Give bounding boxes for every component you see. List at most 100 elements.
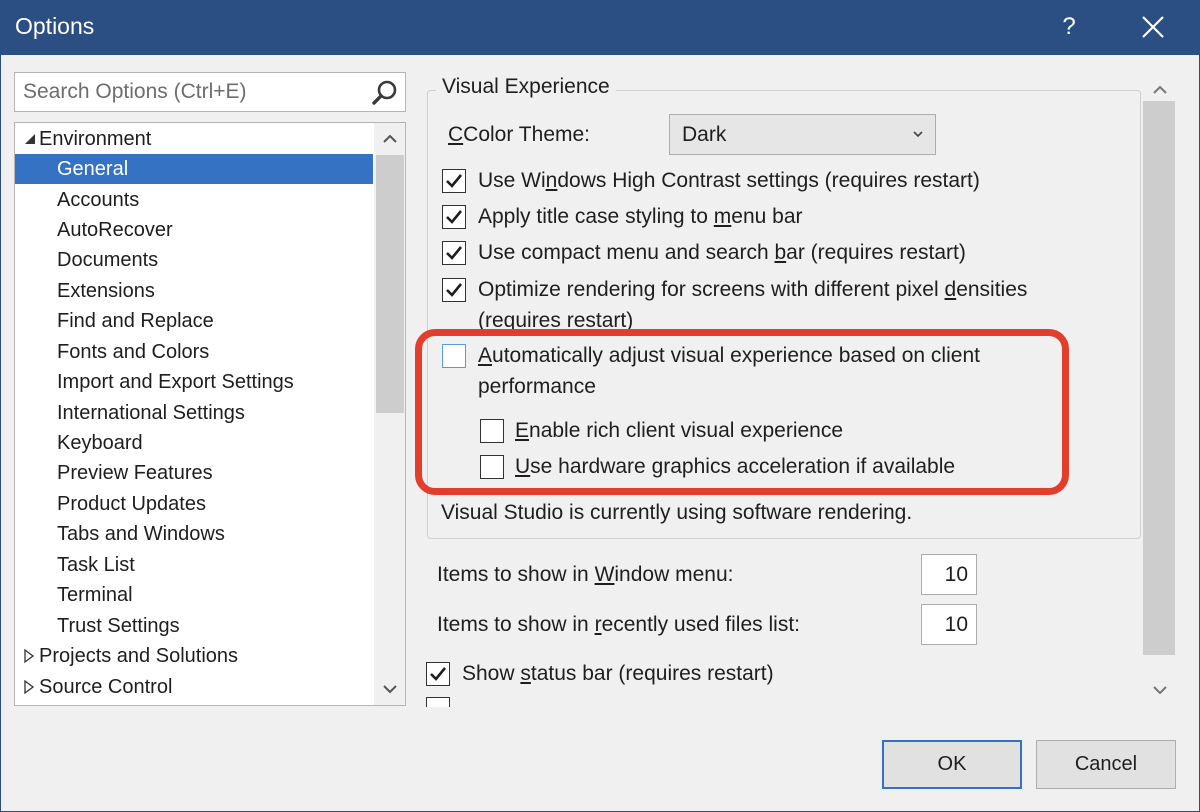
settings-scrollbar[interactable] <box>1143 73 1177 709</box>
status-bar-label: Show status bar (requires restart) <box>462 662 774 686</box>
access-key: U <box>515 455 531 478</box>
title-case-label: Apply title case styling to menu bar <box>478 205 803 229</box>
close-button[interactable] <box>1135 9 1171 45</box>
tree-item-extensions[interactable]: Extensions <box>15 276 373 306</box>
checkmark-icon <box>446 246 463 260</box>
tree-item-label: AutoRecover <box>57 219 173 241</box>
title-case-checkbox[interactable] <box>442 205 466 229</box>
color-theme-label: CColor Theme: <box>448 123 591 146</box>
compact-menu-checkbox[interactable] <box>442 241 466 265</box>
tree-item-preview-features[interactable]: Preview Features <box>15 458 373 488</box>
label-part: ar (requires restart) <box>786 241 966 264</box>
tree-item-label: Projects and Solutions <box>39 645 239 667</box>
tree-item-label: Accounts <box>57 189 140 211</box>
tree-item-trust-settings[interactable]: Trust Settings <box>15 611 373 641</box>
tree-item-international[interactable]: International Settings <box>15 398 373 428</box>
tree-item-source-control[interactable]: Source Control <box>15 672 373 702</box>
window-menu-items-field[interactable] <box>922 555 976 594</box>
search-icon[interactable] <box>371 79 399 107</box>
access-key: m <box>713 205 732 228</box>
expanded-triangle-icon[interactable] <box>22 124 38 154</box>
help-button[interactable]: ? <box>1051 9 1087 45</box>
recent-files-field[interactable] <box>922 605 976 644</box>
tree-item-projects-and-solutions[interactable]: Projects and Solutions <box>15 641 373 671</box>
access-key: r <box>594 613 602 636</box>
label-part: ensities <box>956 278 1028 301</box>
chevron-up-icon[interactable] <box>1147 77 1173 103</box>
ok-button[interactable]: OK <box>882 740 1022 789</box>
search-input[interactable] <box>15 73 365 111</box>
close-icon <box>1142 16 1164 38</box>
checkmark-icon <box>446 283 463 297</box>
label-part: se hardware graphics acceleration if ava… <box>530 455 956 478</box>
tree-item-label: Source Control <box>39 676 173 698</box>
hw-accel-label: Use hardware graphics acceleration if av… <box>515 455 955 479</box>
tree-item-tabs-and-windows[interactable]: Tabs and Windows <box>15 519 373 549</box>
chevron-up-icon[interactable] <box>374 125 406 153</box>
tree-scrollbar[interactable] <box>374 123 406 705</box>
tree-scrollbar-thumb[interactable] <box>376 155 404 413</box>
optimize-rendering-label: Optimize rendering for screens with diff… <box>478 278 1027 302</box>
access-key: s <box>520 662 531 685</box>
cancel-button[interactable]: Cancel <box>1036 740 1176 789</box>
tree-item-label: Preview Features <box>57 462 213 484</box>
tree-item-import-export[interactable]: Import and Export Settings <box>15 367 373 397</box>
tree-item-general[interactable]: General <box>15 154 373 184</box>
window-menu-items-field-box <box>921 554 977 595</box>
clipped-checkbox[interactable] <box>426 697 450 707</box>
tree-item-autorecover[interactable]: AutoRecover <box>15 215 373 245</box>
tree-item-find-and-replace[interactable]: Find and Replace <box>15 306 373 336</box>
tree-item-terminal[interactable]: Terminal <box>15 580 373 610</box>
tree-item-label: Fonts and Colors <box>57 341 210 363</box>
tree-item-label: International Settings <box>57 402 245 424</box>
auto-adjust-checkbox[interactable] <box>442 344 466 368</box>
label-part: utomatically adjust visual experience ba… <box>492 344 980 367</box>
label-part: ecently used files list: <box>601 613 800 636</box>
tree-item-keyboard[interactable]: Keyboard <box>15 428 373 458</box>
hw-accel-checkbox[interactable] <box>480 455 504 479</box>
label-part: enu bar <box>731 205 803 228</box>
checkmark-icon <box>430 667 447 681</box>
optimize-rendering-label-line2: (requires restart) <box>478 309 634 332</box>
tree-item-product-updates[interactable]: Product Updates <box>15 489 373 519</box>
chevron-down-icon[interactable] <box>1147 677 1173 703</box>
recent-files-label: Items to show in recently used files lis… <box>437 613 800 637</box>
tree-item-task-list[interactable]: Task List <box>15 550 373 580</box>
label-part: dows High Contrast settings (requires re… <box>557 169 980 192</box>
tree-item-documents[interactable]: Documents <box>15 245 373 275</box>
tree-item-accounts[interactable]: Accounts <box>15 185 373 215</box>
access-key: E <box>515 419 530 442</box>
color-theme-select[interactable]: Dark <box>669 114 936 155</box>
window-menu-items-label: Items to show in Window menu: <box>437 563 733 587</box>
title-bar: Options ? <box>1 1 1200 55</box>
clipped-next-row <box>421 693 1141 707</box>
tree-item-label: Extensions <box>57 280 155 302</box>
compact-menu-label: Use compact menu and search bar (require… <box>478 241 966 265</box>
chevron-down-icon[interactable] <box>374 675 406 703</box>
tree-item-label: Documents <box>57 249 159 271</box>
tree-item-label: Environment <box>39 128 152 150</box>
tree-item-label: Task List <box>57 554 135 576</box>
tree-item-label: Trust Settings <box>57 615 180 637</box>
tree-item-label: Keyboard <box>57 432 143 454</box>
tree-item-label: Import and Export Settings <box>57 371 294 393</box>
auto-adjust-label: Automatically adjust visual experience b… <box>478 344 980 368</box>
access-key: n <box>545 169 558 192</box>
collapsed-triangle-icon[interactable] <box>22 641 38 671</box>
tree-item-environment[interactable]: Environment <box>15 124 373 154</box>
status-bar-checkbox[interactable] <box>426 662 450 686</box>
tree-item-label: Terminal <box>57 584 133 606</box>
collapsed-triangle-icon[interactable] <box>22 672 38 702</box>
access-key: W <box>594 563 615 586</box>
tree-item-fonts-and-colors[interactable]: Fonts and Colors <box>15 337 373 367</box>
tree-item-label: Tabs and Windows <box>57 523 225 545</box>
optimize-rendering-checkbox[interactable] <box>442 278 466 302</box>
rich-client-checkbox[interactable] <box>480 419 504 443</box>
label-part: indow menu: <box>614 563 734 586</box>
settings-scrollbar-thumb[interactable] <box>1143 101 1175 655</box>
access-key: b <box>774 241 787 264</box>
tree-item-label: Find and Replace <box>57 310 214 332</box>
high-contrast-checkbox[interactable] <box>442 169 466 193</box>
auto-adjust-label-line2: performance <box>478 375 596 398</box>
label-part: Optimize rendering for screens with diff… <box>478 278 945 301</box>
